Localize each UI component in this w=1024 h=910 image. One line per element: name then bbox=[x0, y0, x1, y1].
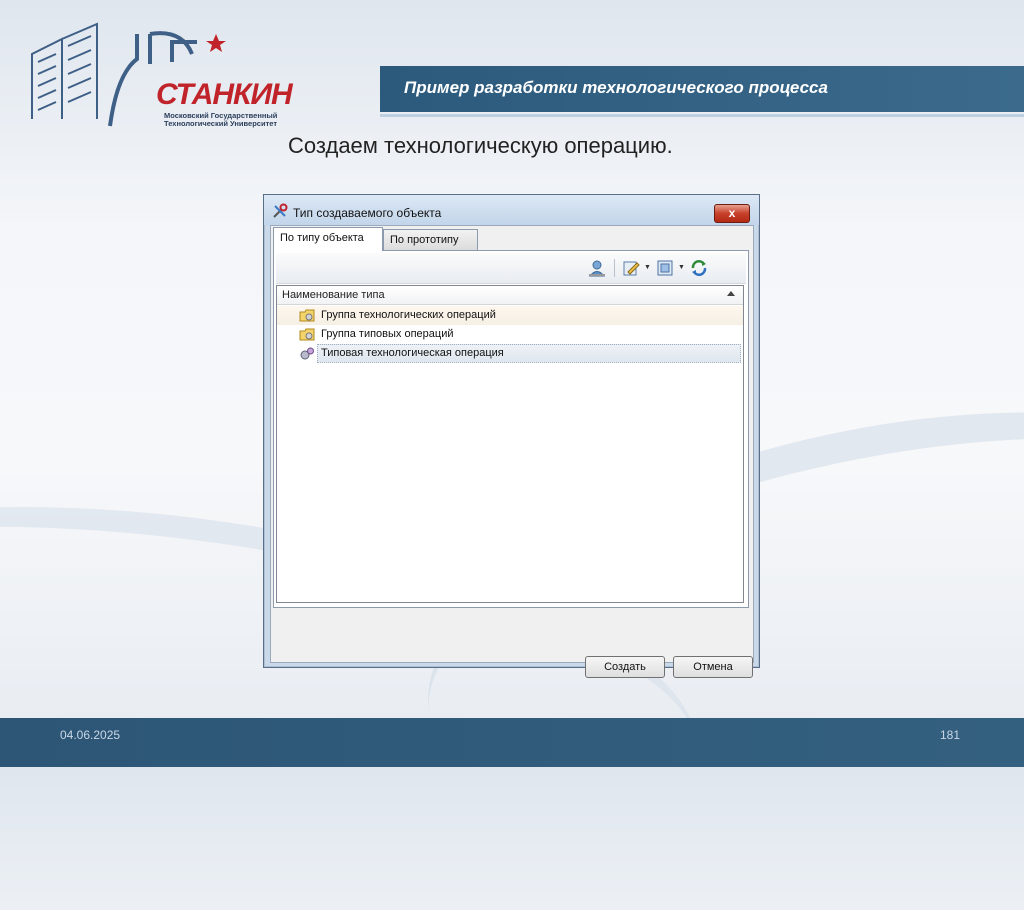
create-button[interactable]: Создать bbox=[585, 656, 665, 678]
close-icon: x bbox=[728, 206, 736, 220]
view-dropdown-icon[interactable]: ▼ bbox=[678, 264, 685, 271]
logo-subtitle: Московский Государственный Технологическ… bbox=[164, 111, 278, 128]
list-item[interactable]: Группа технологических операций bbox=[277, 306, 743, 325]
folder-group-icon bbox=[299, 309, 315, 322]
cancel-button[interactable]: Отмена bbox=[673, 656, 753, 678]
gears-icon bbox=[300, 347, 314, 360]
footer-date: 04.06.2025 bbox=[60, 728, 121, 742]
object-type-dialog: Тип создаваемого объекта x По типу объек… bbox=[263, 194, 760, 678]
logo-text: СТАНКИН bbox=[156, 78, 293, 111]
star-icon bbox=[206, 34, 226, 52]
type-list: Наименование типа Группа технологических… bbox=[276, 285, 744, 603]
view-icon[interactable] bbox=[656, 259, 674, 277]
header-divider bbox=[380, 114, 1024, 117]
list-item-label: Группа типовых операций bbox=[321, 328, 454, 340]
user-icon[interactable] bbox=[588, 259, 606, 277]
column-header-label: Наименование типа bbox=[282, 289, 385, 301]
toolbar: ▼ ▼ bbox=[276, 253, 746, 284]
dialog-titlebar[interactable]: Тип создаваемого объекта x bbox=[264, 195, 759, 225]
list-item[interactable]: Группа типовых операций bbox=[277, 325, 743, 344]
tab-by-prototype[interactable]: По прототипу bbox=[383, 229, 478, 250]
sort-ascending-icon bbox=[727, 291, 735, 296]
dialog-title: Тип создаваемого объекта bbox=[293, 206, 442, 220]
header-band: Пример разработки технологического проце… bbox=[380, 66, 1024, 112]
dialog-body: По типу объекта По прототипу ▼ ▼ Наимено… bbox=[270, 225, 754, 678]
toolbar-separator bbox=[614, 259, 615, 277]
slide-subtitle: Создаем технологическую операцию. bbox=[288, 133, 673, 158]
page-title: Пример разработки технологического проце… bbox=[404, 78, 828, 97]
refresh-icon[interactable] bbox=[690, 259, 708, 277]
edit-dropdown-icon[interactable]: ▼ bbox=[644, 264, 651, 271]
folder-group-icon bbox=[299, 328, 315, 341]
tab-panel: ▼ ▼ Наименование типа Группа технологиче… bbox=[273, 250, 749, 608]
footer-band bbox=[0, 718, 1024, 767]
university-logo: СТАНКИН Московский Государственный Техно… bbox=[22, 14, 322, 134]
tools-icon bbox=[273, 203, 288, 218]
list-item-label: Группа технологических операций bbox=[321, 309, 496, 321]
edit-icon[interactable] bbox=[622, 259, 640, 277]
list-item-label: Типовая технологическая операция bbox=[321, 347, 504, 359]
tab-by-object-type[interactable]: По типу объекта bbox=[273, 227, 383, 251]
column-header[interactable]: Наименование типа bbox=[277, 286, 743, 305]
page-number: 181 bbox=[940, 728, 961, 742]
close-button[interactable]: x bbox=[714, 204, 750, 223]
list-item-selected[interactable]: Типовая технологическая операция bbox=[277, 344, 743, 363]
